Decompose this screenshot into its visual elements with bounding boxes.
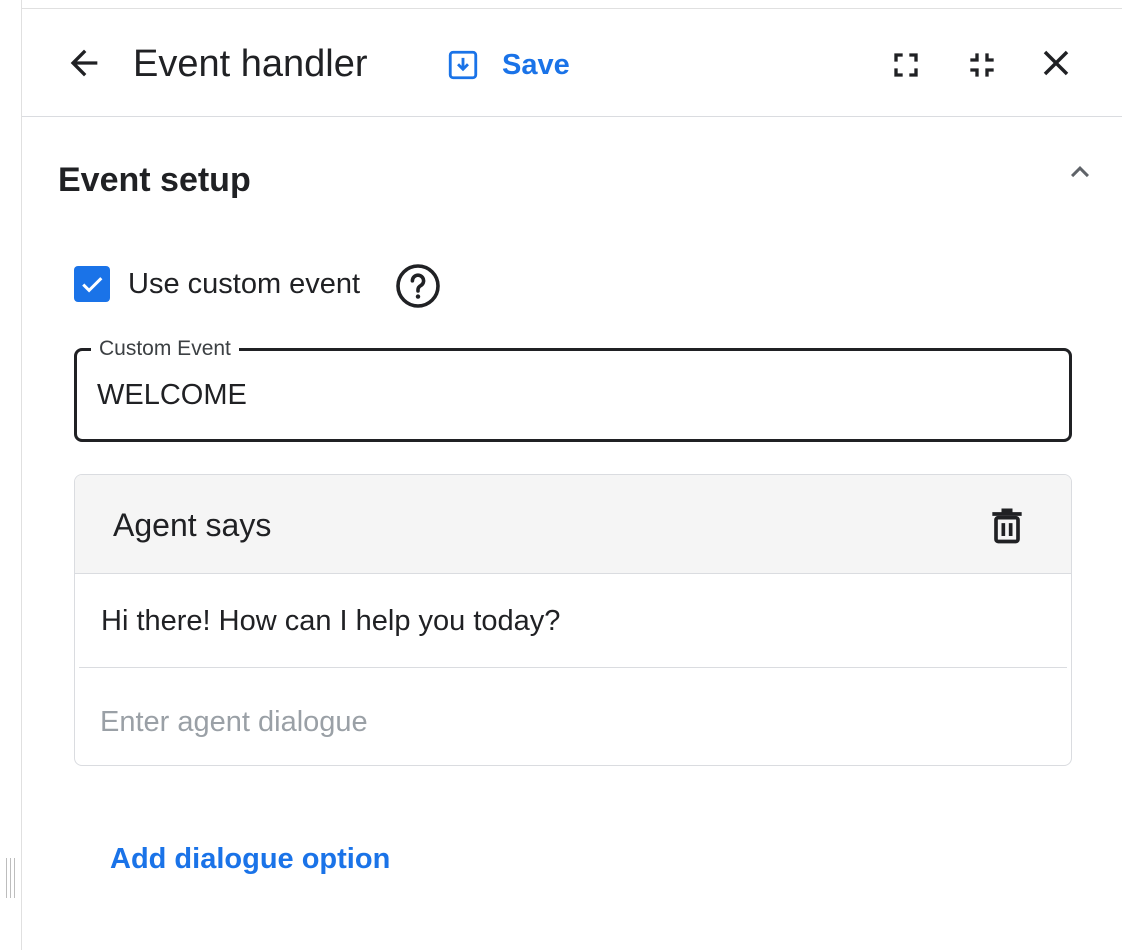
close-button[interactable] [1034,41,1078,85]
resize-handle[interactable] [5,858,15,898]
use-custom-event-label: Use custom event [128,268,361,300]
use-custom-event-checkbox[interactable] [74,266,110,302]
checkmark-icon [82,277,103,293]
custom-event-input[interactable] [97,375,1037,415]
custom-event-field: Custom Event [74,335,1072,442]
delete-button[interactable] [983,501,1031,549]
close-icon [1043,50,1069,76]
left-rail [0,0,22,950]
agent-dialogue-input[interactable] [100,702,1040,742]
add-dialogue-option-button[interactable]: Add dialogue option [110,840,390,878]
page-title: Event handler [133,43,368,85]
agent-says-title: Agent says [113,507,272,543]
custom-event-field-label: Custom Event [91,335,239,363]
fullscreen-button[interactable] [884,43,928,87]
dialogue-row[interactable]: Hi there! How can I help you today? [79,573,1067,668]
exit-fullscreen-button[interactable] [960,43,1004,87]
fullscreen-exit-icon [970,53,994,77]
agent-says-header: Agent says [75,475,1071,574]
event-handler-panel: Event handler Save Event setup Use custo… [0,0,1122,950]
section-title-event-setup: Event setup [58,161,251,199]
panel-header: Event handler Save [22,9,1122,117]
arrow-back-icon [70,49,98,77]
chevron-up-icon [1071,166,1089,178]
dialogue-text: Hi there! How can I help you today? [101,605,561,637]
fullscreen-icon [894,53,918,77]
save-download-icon [448,50,478,80]
collapse-section-button[interactable] [1058,150,1102,194]
help-icon [396,264,440,308]
save-button-label: Save [502,48,570,81]
back-button[interactable] [62,41,106,85]
help-button[interactable] [394,262,442,310]
delete-icon [992,508,1022,544]
save-button[interactable]: Save [446,45,570,85]
